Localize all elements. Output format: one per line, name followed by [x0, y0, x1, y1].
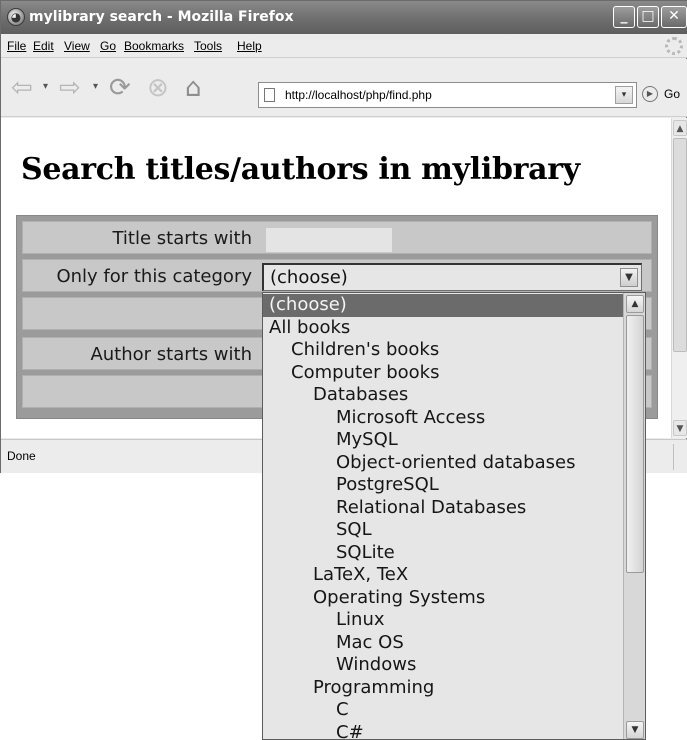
firefox-icon: ◕ [7, 8, 25, 26]
dropdown-option[interactable]: SQL [263, 519, 623, 542]
menu-help[interactable]: Help [237, 39, 262, 53]
dropdown-scroll-up-icon[interactable]: ▲ [626, 295, 644, 313]
forward-dropdown-icon[interactable]: ▾ [93, 81, 98, 92]
close-button[interactable]: ✕ [661, 6, 687, 28]
dropdown-scroll-down-icon[interactable]: ▼ [626, 721, 644, 739]
go-icon[interactable]: ▶ [642, 86, 658, 102]
dropdown-option[interactable]: Computer books [263, 362, 623, 385]
menu-view[interactable]: View [64, 39, 90, 53]
throbber-icon [665, 37, 683, 55]
dropdown-option[interactable]: SQLite [263, 542, 623, 565]
dropdown-option[interactable]: MySQL [263, 429, 623, 452]
status-text: Done [7, 449, 36, 463]
dropdown-option[interactable]: Operating Systems [263, 587, 623, 610]
menu-file[interactable]: File [7, 39, 26, 53]
minimize-button[interactable]: _ [613, 6, 635, 28]
author-label: Author starts with [90, 344, 252, 365]
back-icon[interactable]: ⇦ [11, 73, 33, 103]
dropdown-option[interactable]: (choose) [263, 294, 623, 317]
dropdown-option[interactable]: Children's books [263, 339, 623, 362]
dropdown-option[interactable]: Linux [263, 609, 623, 632]
url-text[interactable]: http://localhost/php/find.php [285, 88, 432, 102]
page-scrollbar[interactable]: ▲ ▼ [671, 118, 687, 438]
url-bar[interactable]: http://localhost/php/find.php ▾ [258, 82, 637, 108]
category-label: Only for this category [56, 266, 252, 287]
dropdown-option[interactable]: LaTeX, TeX [263, 564, 623, 587]
title-bar[interactable]: ◕ mylibrary search - Mozilla Firefox _ □… [1, 1, 687, 34]
navigation-toolbar: ⇦ ▾ ⇨ ▾ ⟳ ⊗ ⌂ http://localhost/php/find.… [1, 59, 687, 117]
dropdown-option[interactable]: Databases [263, 384, 623, 407]
menu-bar: File Edit View Go Bookmarks Tools Help [1, 34, 687, 58]
menu-tools[interactable]: Tools [194, 39, 222, 53]
dropdown-option[interactable]: Mac OS [263, 632, 623, 655]
scroll-down-icon[interactable]: ▼ [673, 420, 687, 436]
page-icon [264, 88, 275, 102]
chevron-down-icon[interactable]: ▼ [620, 268, 638, 287]
reload-icon[interactable]: ⟳ [109, 73, 131, 103]
forward-icon[interactable]: ⇨ [59, 73, 81, 103]
dropdown-option[interactable]: All books [263, 317, 623, 340]
menu-go[interactable]: Go [100, 39, 116, 53]
dropdown-option[interactable]: C# [263, 722, 623, 740]
home-icon[interactable]: ⌂ [185, 73, 202, 103]
dropdown-option[interactable]: Object-oriented databases [263, 452, 623, 475]
url-history-dropdown[interactable]: ▾ [615, 86, 633, 104]
status-separator [673, 444, 674, 470]
category-dropdown-list[interactable]: (choose) All books Children's books Compute… [262, 292, 646, 740]
dropdown-option[interactable]: PostgreSQL [263, 474, 623, 497]
title-label: Title starts with [112, 228, 252, 249]
title-input[interactable] [266, 228, 392, 252]
menu-edit[interactable]: Edit [33, 39, 54, 53]
window-title: mylibrary search - Mozilla Firefox [29, 9, 294, 25]
dropdown-option[interactable]: Programming [263, 677, 623, 700]
dropdown-scrollbar[interactable]: ▲ ▼ [623, 293, 645, 739]
dropdown-option[interactable]: Microsoft Access [263, 407, 623, 430]
maximize-button[interactable]: □ [637, 6, 659, 28]
menu-bookmarks[interactable]: Bookmarks [124, 39, 184, 53]
dropdown-option[interactable]: Windows [263, 654, 623, 677]
page-title: Search titles/authors in mylibrary [21, 152, 580, 187]
scrollbar-thumb[interactable] [673, 138, 687, 352]
dropdown-option[interactable]: Relational Databases [263, 497, 623, 520]
form-row-title: Title starts with [22, 221, 652, 254]
stop-icon[interactable]: ⊗ [147, 73, 169, 103]
dropdown-scrollbar-thumb[interactable] [626, 315, 644, 573]
scroll-up-icon[interactable]: ▲ [673, 120, 687, 136]
go-button[interactable]: Go [664, 87, 680, 101]
back-dropdown-icon[interactable]: ▾ [43, 81, 48, 92]
category-select-value: (choose) [270, 267, 348, 288]
dropdown-option[interactable]: C [263, 699, 623, 722]
category-select[interactable]: (choose) ▼ [262, 263, 642, 291]
